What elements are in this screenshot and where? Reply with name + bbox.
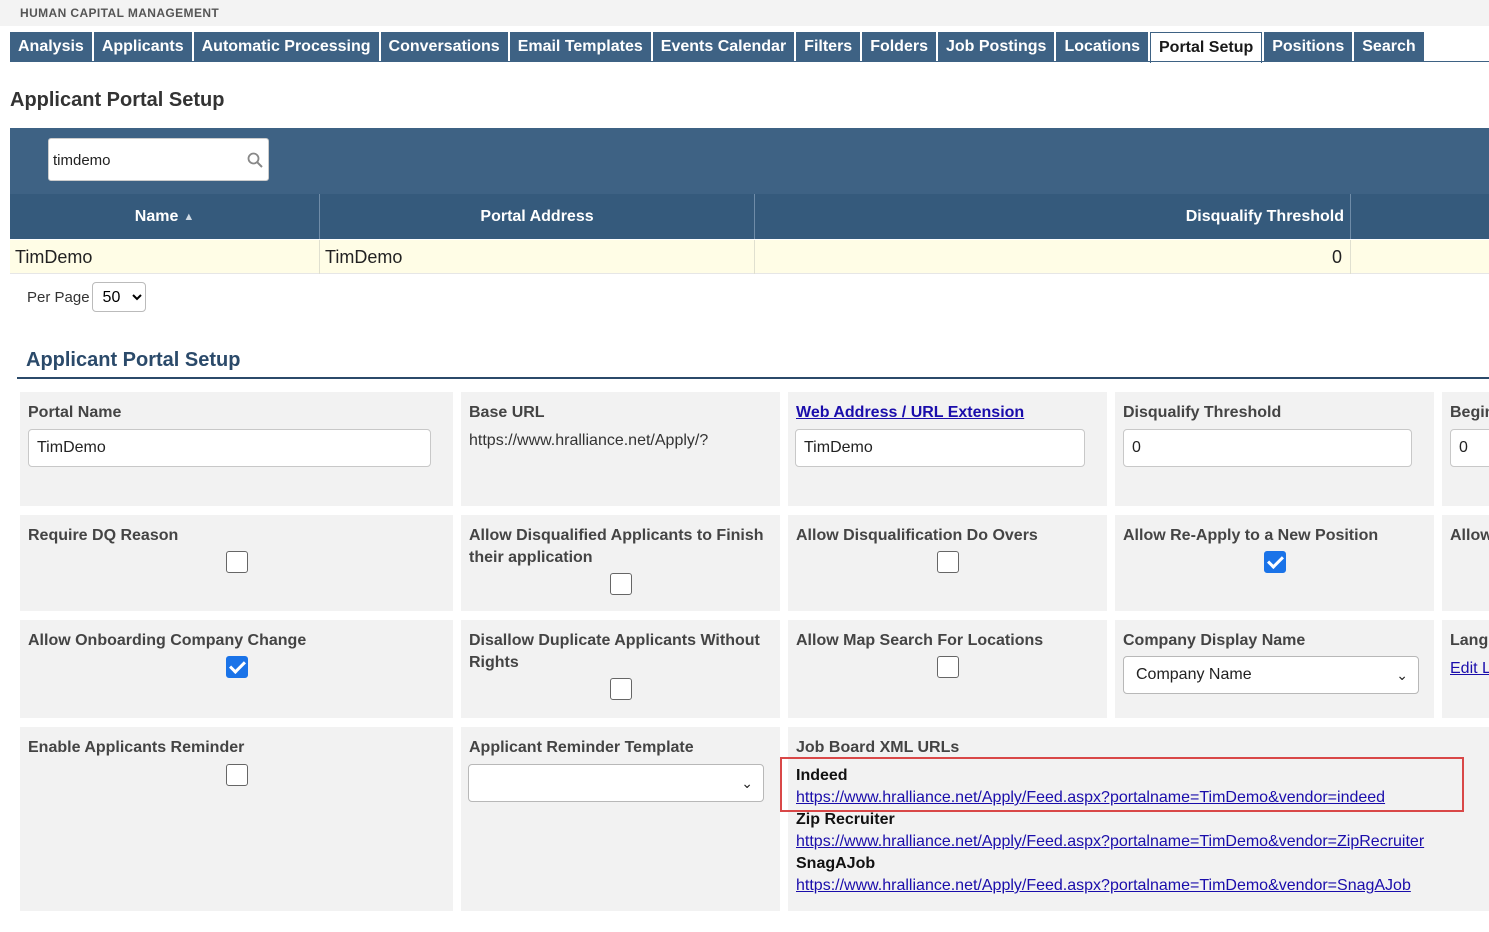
reminder-template-select[interactable]: ⌄ [468,764,764,802]
column-header-name[interactable]: Name ▲ [10,194,320,239]
company-display-label: Company Display Name [1123,632,1306,649]
card-allow-onboarding: Allow Onboarding Company Change [20,620,453,718]
edit-language-link[interactable]: Edit L [1450,658,1489,680]
reminder-template-label: Applicant Reminder Template [469,739,694,756]
allow-reapply-label: Allow Re-Apply to a New Position [1123,527,1379,544]
card-job-board-urls: Job Board XML URLs Indeed https://www.hr… [788,727,1489,911]
top-bar: HUMAN CAPITAL MANAGEMENT [0,0,1489,26]
allow-dq-doovers-label: Allow Disqualification Do Overs [796,527,1038,544]
job-board-url-snagajob[interactable]: https://www.hralliance.net/Apply/Feed.as… [796,875,1424,897]
portal-name-input[interactable] [28,429,431,467]
tab-automatic-processing[interactable]: Automatic Processing [193,32,379,62]
tab-job-postings[interactable]: Job Postings [937,32,1055,62]
card-allow-reapply: Allow Re-Apply to a New Position [1115,515,1434,611]
card-language: Lang Edit L [1442,620,1489,718]
dq-threshold-label: Disqualify Threshold [1123,404,1282,421]
allow-onboarding-checkbox[interactable] [226,656,248,678]
web-address-link[interactable]: Web Address / URL Extension [796,402,1024,424]
company-display-select[interactable]: Company Name ⌄ [1123,656,1419,694]
tab-applicants[interactable]: Applicants [93,32,192,62]
card-web-address: Web Address / URL Extension [788,392,1107,506]
per-page-select[interactable]: 50 [91,282,146,312]
language-label: Lang [1450,632,1489,649]
tab-portal-setup[interactable]: Portal Setup [1150,32,1263,63]
disallow-duplicate-checkbox[interactable] [610,678,632,700]
begin-label: Begin [1450,404,1489,421]
allow-dq-finish-label: Allow Disqualified Applicants to Finish … [469,527,764,566]
tab-folders[interactable]: Folders [862,32,936,62]
search-box [48,138,269,181]
cell-disqualify-threshold: 0 [755,240,1351,274]
column-header-disqualify-threshold[interactable]: Disqualify Threshold [755,194,1351,239]
job-board-url-ziprecruiter[interactable]: https://www.hralliance.net/Apply/Feed.as… [796,831,1424,853]
tab-email-templates[interactable]: Email Templates [509,32,651,62]
job-board-name: Zip Recruiter [796,811,895,828]
search-icon[interactable] [246,151,264,169]
dq-threshold-input[interactable] [1123,429,1412,467]
table-row[interactable]: TimDemo TimDemo 0 [10,240,1489,274]
card-portal-name: Portal Name [20,392,453,506]
base-url-label: Base URL [469,404,545,421]
web-address-input[interactable] [795,429,1085,467]
search-input[interactable] [53,149,238,171]
tab-analysis[interactable]: Analysis [10,32,92,62]
column-header-portal-address[interactable]: Portal Address [320,194,755,239]
allow-col5-label: Allow [1450,527,1489,544]
tab-divider [10,61,1489,62]
cell-portal-address: TimDemo [320,240,755,274]
portal-name-label: Portal Name [28,404,122,421]
card-base-url: Base URL https://www.hralliance.net/Appl… [461,392,780,506]
card-require-dq-reason: Require DQ Reason [20,515,453,611]
page-title: Applicant Portal Setup [10,89,225,111]
require-dq-reason-label: Require DQ Reason [28,527,179,544]
card-begin: Begin [1442,392,1489,506]
sort-ascending-icon: ▲ [183,211,195,223]
chevron-down-icon: ⌄ [1396,667,1408,683]
tab-filters[interactable]: Filters [796,32,861,62]
allow-dq-finish-checkbox[interactable] [610,573,632,595]
cell-name: TimDemo [10,240,320,274]
allow-dq-doovers-checkbox[interactable] [937,551,959,573]
tab-events-calendar[interactable]: Events Calendar [652,32,795,62]
indeed-highlight-box [780,757,1464,812]
column-header-extra [1351,194,1489,239]
card-allow-map-search: Allow Map Search For Locations [788,620,1107,718]
brand-title: HUMAN CAPITAL MANAGEMENT [20,6,220,20]
grid-header: Name ▲ Portal Address Disqualify Threshol… [10,194,1489,239]
base-url-value: https://www.hralliance.net/Apply/? [469,432,709,449]
card-disallow-duplicate: Disallow Duplicate Applicants Without Ri… [461,620,780,718]
pager: Per Page 50 [27,282,146,312]
allow-map-search-checkbox[interactable] [937,656,959,678]
tab-positions[interactable]: Positions [1264,32,1353,62]
card-company-display: Company Display Name Company Name ⌄ [1115,620,1434,718]
company-display-value: Company Name [1136,666,1252,683]
chevron-down-icon: ⌄ [741,775,753,791]
disallow-duplicate-label: Disallow Duplicate Applicants Without Ri… [469,632,760,671]
grid-toolbar [10,128,1489,194]
card-reminder-template: Applicant Reminder Template ⌄ [461,727,780,911]
begin-input[interactable] [1450,429,1489,467]
tab-search[interactable]: Search [1354,32,1424,62]
job-board-name: SnagAJob [796,855,876,872]
tab-locations[interactable]: Locations [1056,32,1148,62]
allow-map-search-label: Allow Map Search For Locations [796,632,1044,649]
card-allow-col5: Allow [1442,515,1489,611]
enable-reminder-label: Enable Applicants Reminder [28,739,245,756]
card-dq-threshold: Disqualify Threshold [1115,392,1434,506]
section-title: Applicant Portal Setup [26,349,241,371]
card-enable-reminder: Enable Applicants Reminder [20,727,453,911]
card-allow-dq-doovers: Allow Disqualification Do Overs [788,515,1107,611]
tab-conversations[interactable]: Conversations [380,32,508,62]
job-board-label: Job Board XML URLs [796,739,960,756]
enable-reminder-checkbox[interactable] [226,764,248,786]
section-divider [17,377,1489,379]
allow-onboarding-label: Allow Onboarding Company Change [28,632,307,649]
card-allow-dq-finish: Allow Disqualified Applicants to Finish … [461,515,780,611]
allow-reapply-checkbox[interactable] [1264,551,1286,573]
per-page-label: Per Page [27,288,90,306]
cell-extra [1351,240,1489,274]
main-tabs: Analysis Applicants Automatic Processing… [10,32,1426,63]
require-dq-reason-checkbox[interactable] [226,551,248,573]
